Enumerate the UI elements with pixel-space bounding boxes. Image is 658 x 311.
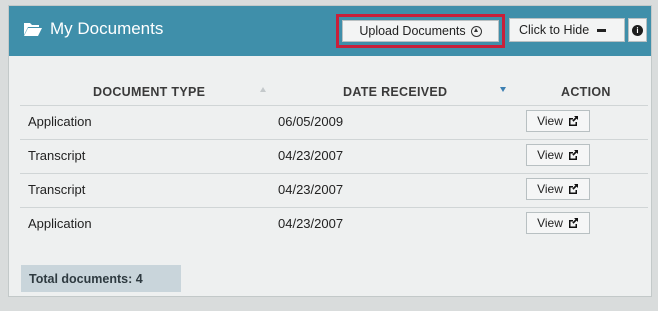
total-documents-label: Total documents: 4: [29, 271, 143, 286]
upload-documents-button[interactable]: Upload Documents: [342, 20, 499, 42]
upload-documents-label: Upload Documents: [359, 24, 466, 38]
panel-header: My Documents Upload Documents Click to H…: [9, 6, 651, 56]
column-header-document-type[interactable]: DOCUMENT TYPE: [93, 85, 205, 99]
column-header-action: ACTION: [561, 85, 611, 99]
view-button[interactable]: View: [526, 178, 590, 200]
date-received-cell: 04/23/2007: [278, 148, 344, 163]
view-button-label: View: [537, 182, 563, 196]
view-button-label: View: [537, 114, 563, 128]
table-row: Transcript 04/23/2007 View: [20, 139, 648, 173]
date-received-cell: 04/23/2007: [278, 182, 344, 197]
folder-open-icon: [24, 23, 42, 36]
table-row: Transcript 04/23/2007 View: [20, 173, 648, 207]
info-button[interactable]: i: [628, 18, 647, 42]
view-button-label: View: [537, 216, 563, 230]
circle-arrow-up-icon: [470, 25, 482, 37]
sort-icon[interactable]: [260, 87, 266, 92]
table-row: Application 04/23/2007 View: [20, 207, 648, 241]
view-button[interactable]: View: [526, 212, 590, 234]
date-received-cell: 06/05/2009: [278, 114, 344, 129]
click-to-hide-label: Click to Hide: [519, 23, 590, 37]
document-type-cell: Transcript: [28, 182, 86, 197]
external-link-icon: [568, 218, 578, 228]
column-header-date-received[interactable]: DATE RECEIVED: [343, 85, 447, 99]
panel-title-text: My Documents: [50, 19, 164, 38]
document-type-cell: Application: [28, 114, 92, 129]
panel-title: My Documents: [23, 19, 163, 39]
total-documents-badge: Total documents: 4: [21, 265, 181, 292]
view-button[interactable]: View: [526, 110, 590, 132]
click-to-hide-button[interactable]: Click to Hide: [509, 18, 625, 42]
view-button[interactable]: View: [526, 144, 590, 166]
upload-highlight-box: Upload Documents: [336, 14, 505, 48]
view-button-label: View: [537, 148, 563, 162]
external-link-icon: [568, 116, 578, 126]
external-link-icon: [568, 184, 578, 194]
info-icon: i: [632, 24, 643, 36]
documents-panel: My Documents Upload Documents Click to H…: [8, 5, 652, 297]
sort-descending-icon[interactable]: [500, 87, 506, 92]
document-type-cell: Application: [28, 216, 92, 231]
minus-icon: [597, 28, 607, 32]
external-link-icon: [568, 150, 578, 160]
document-type-cell: Transcript: [28, 148, 86, 163]
date-received-cell: 04/23/2007: [278, 216, 344, 231]
table-row: Application 06/05/2009 View: [20, 105, 648, 139]
